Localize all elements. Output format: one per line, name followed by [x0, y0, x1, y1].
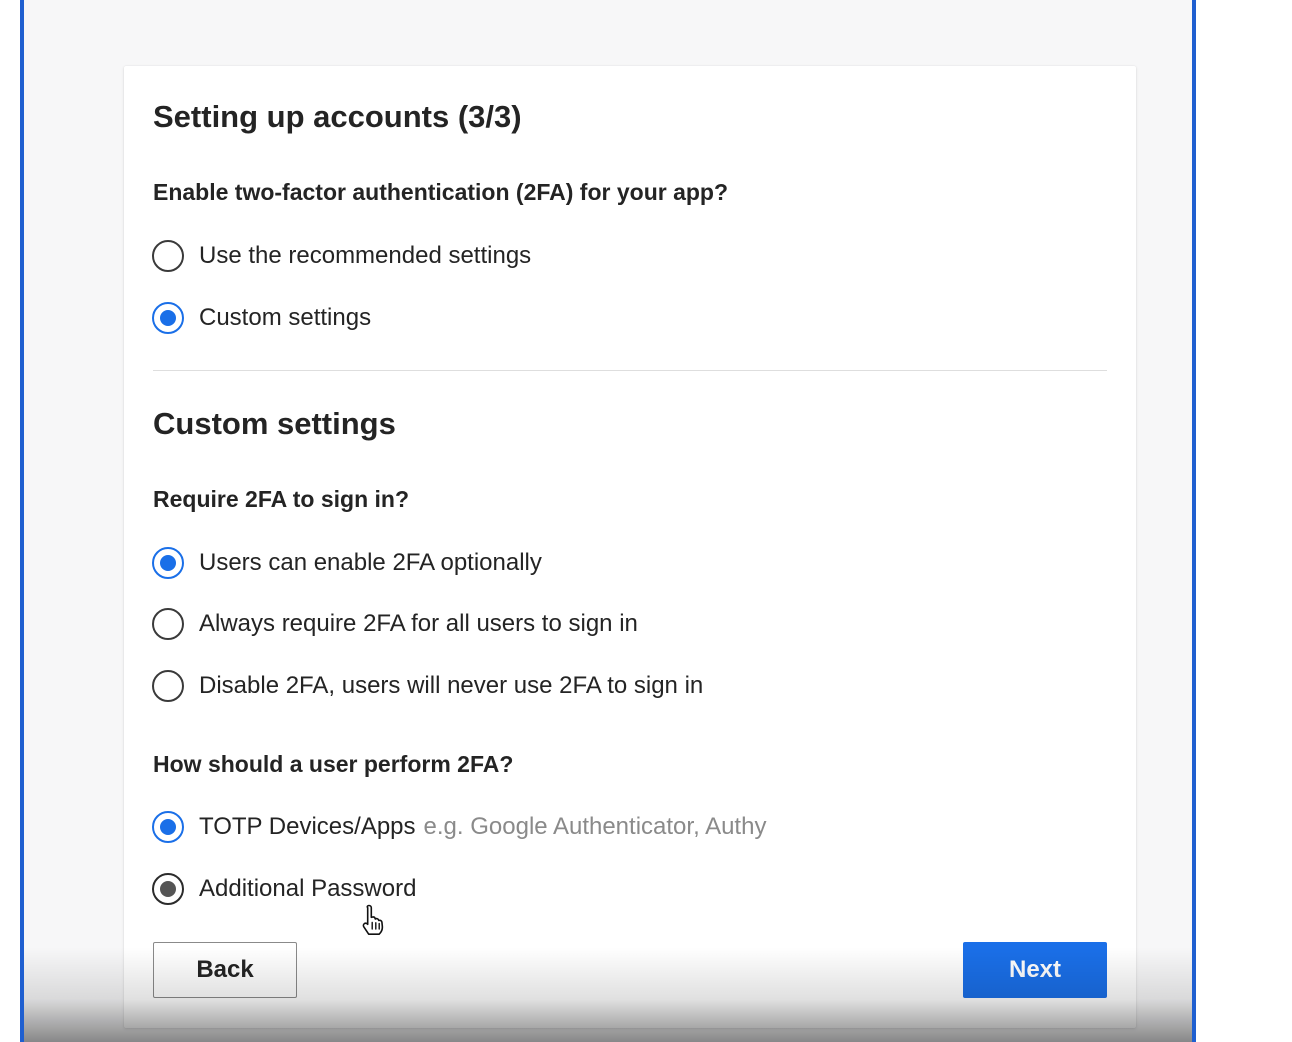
radio-button-selected-icon[interactable]: [152, 547, 184, 579]
radio-label: Custom settings: [199, 304, 372, 331]
radio-button-icon[interactable]: [152, 240, 184, 272]
section-divider: [153, 370, 1107, 371]
app-frame: Setting up accounts (3/3) Enable two-fac…: [20, 0, 1196, 1042]
radio-label: Users can enable 2FA optionally: [199, 549, 542, 576]
back-button[interactable]: Back: [153, 942, 297, 998]
require-2fa-question: Require 2FA to sign in?: [153, 486, 409, 512]
radio-button-selected-icon[interactable]: [152, 302, 184, 334]
page-title: Setting up accounts (3/3): [153, 99, 522, 134]
radio-totp[interactable]: TOTP Devices/Apps e.g. Google Authenticat…: [152, 807, 766, 847]
enable-2fa-question: Enable two-factor authentication (2FA) f…: [153, 179, 729, 205]
setup-card: Setting up accounts (3/3) Enable two-fac…: [124, 66, 1136, 1028]
radio-disable-2fa[interactable]: Disable 2FA, users will never use 2FA to…: [152, 666, 703, 706]
radio-label: Use the recommended settings: [199, 242, 532, 269]
custom-settings-heading: Custom settings: [153, 406, 396, 441]
radio-button-icon[interactable]: [152, 670, 184, 702]
radio-label: Additional Password: [199, 875, 417, 902]
radio-custom-settings[interactable]: Custom settings: [152, 298, 371, 338]
radio-use-recommended[interactable]: Use the recommended settings: [152, 236, 531, 276]
method-2fa-question: How should a user perform 2FA?: [153, 751, 514, 777]
radio-label: Always require 2FA for all users to sign…: [199, 610, 638, 637]
radio-always-require-2fa[interactable]: Always require 2FA for all users to sign…: [152, 604, 638, 644]
radio-label: TOTP Devices/Apps e.g. Google Authenticat…: [199, 813, 766, 841]
totp-label: TOTP Devices/Apps: [199, 813, 416, 840]
radio-button-selected-icon[interactable]: [152, 873, 184, 905]
radio-label: Disable 2FA, users will never use 2FA to…: [199, 672, 704, 699]
next-button[interactable]: Next: [963, 942, 1107, 998]
totp-hint: e.g. Google Authenticator, Authy: [423, 813, 767, 840]
hand-pointer-icon: [362, 904, 384, 935]
radio-button-icon[interactable]: [152, 608, 184, 640]
radio-optional-2fa[interactable]: Users can enable 2FA optionally: [152, 543, 542, 583]
radio-button-selected-icon[interactable]: [152, 811, 184, 843]
